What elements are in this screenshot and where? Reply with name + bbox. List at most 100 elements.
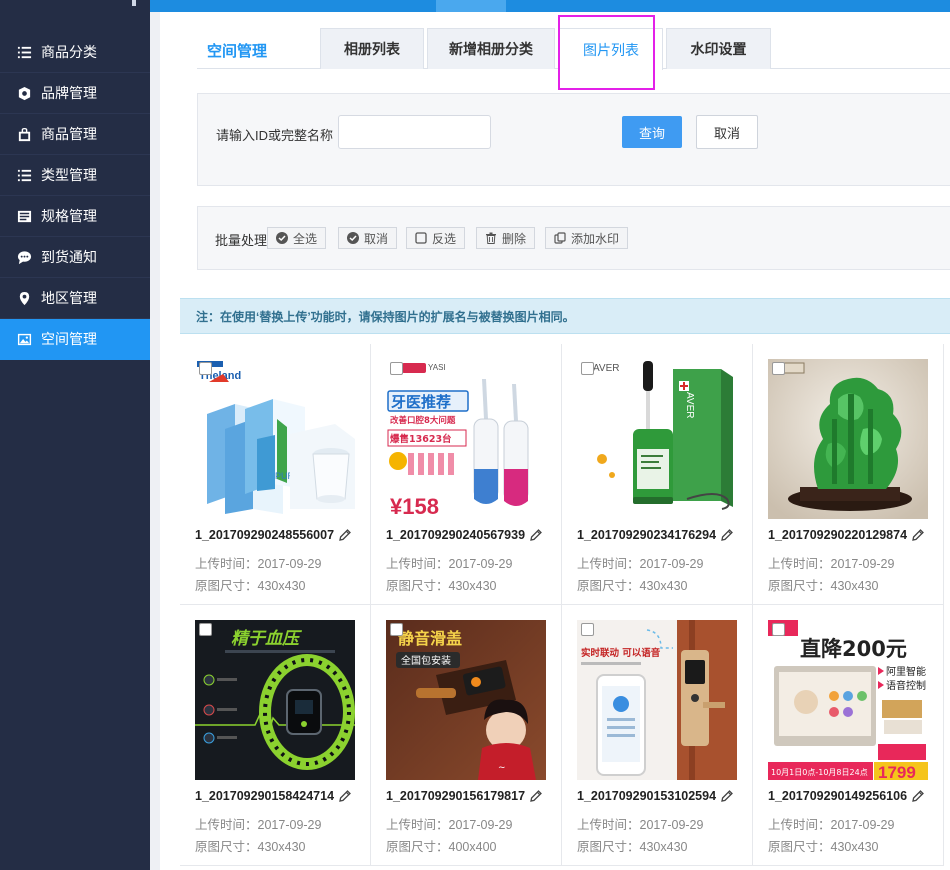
- upload-time: 上传时间：2017-09-29: [768, 553, 894, 572]
- sidebar-item-label: 商品分类: [41, 44, 97, 60]
- tab-image-list[interactable]: 图片列表: [559, 28, 663, 70]
- upload-time-label: 上传时间：: [386, 557, 449, 571]
- panel-price-text: 1799: [878, 763, 916, 780]
- invert-selection-button[interactable]: 反选: [406, 227, 466, 249]
- image-checkbox[interactable]: [772, 362, 785, 375]
- irrigator-sales-text: 爆售13623台: [390, 433, 452, 445]
- sidebar-item-arrival[interactable]: 到货通知: [0, 237, 150, 278]
- image-thumbnail[interactable]: YASI 牙医推荐 改善口腔8大问题 爆售13623台 ¥158: [386, 359, 546, 519]
- image-filename: 1_201709290156179817: [386, 789, 526, 803]
- image-checkbox[interactable]: [199, 623, 212, 636]
- original-size-value: 430x430: [257, 579, 306, 593]
- edit-pencil-icon[interactable]: [720, 528, 734, 542]
- add-watermark-button[interactable]: 添加水印: [545, 227, 629, 249]
- image-checkbox[interactable]: [581, 362, 594, 375]
- upload-time-label: 上传时间：: [577, 818, 640, 832]
- original-size-value: 400x400: [448, 840, 497, 854]
- list-icon: [16, 44, 32, 60]
- image-checkbox[interactable]: [390, 362, 403, 375]
- sidebar-item-category[interactable]: 商品分类: [0, 32, 150, 73]
- product-image-fitness-band: 精于血压: [195, 620, 355, 780]
- edit-pencil-icon[interactable]: [911, 789, 925, 803]
- original-size-label: 原图尺寸：: [386, 840, 449, 854]
- image-thumbnail[interactable]: 精于血压: [195, 620, 355, 780]
- bag-icon: [16, 126, 32, 142]
- original-size-label: 原图尺寸：: [768, 579, 831, 593]
- deselect-button[interactable]: 取消: [338, 227, 398, 249]
- image-thumbnail[interactable]: AVER AVER: [577, 359, 737, 519]
- sidebar-item-brand[interactable]: 品牌管理: [0, 73, 150, 114]
- trash-icon: [486, 232, 496, 244]
- image-filename: 1_201709290234176294: [577, 528, 717, 542]
- edit-pencil-icon[interactable]: [338, 789, 352, 803]
- query-button[interactable]: 查询: [622, 116, 682, 148]
- image-thumbnail[interactable]: 实时联动 可以语音: [577, 620, 737, 780]
- upload-time-label: 上传时间：: [195, 818, 258, 832]
- upload-time-value: 2017-09-29: [830, 557, 895, 571]
- sidebar-item-label: 类型管理: [41, 167, 97, 183]
- top-nav-active-tab[interactable]: [436, 0, 506, 12]
- image-checkbox[interactable]: [772, 623, 785, 636]
- product-image-water-flosser: YASI 牙医推荐 改善口腔8大问题 爆售13623台 ¥158: [386, 359, 546, 519]
- irrigator-sub-text: 改善口腔8大问题: [390, 415, 456, 426]
- image-thumbnail[interactable]: [768, 359, 928, 519]
- product-image-smart-panel: 直降200元 阿里智能 语音控制 10月1日0点-10月8日24点 1799: [768, 620, 928, 780]
- image-checkbox[interactable]: [199, 362, 212, 375]
- image-checkbox[interactable]: [581, 623, 594, 636]
- original-size-label: 原图尺寸：: [195, 840, 258, 854]
- serum-box-brand-text: AVER: [684, 392, 695, 419]
- image-thumbnail[interactable]: 直降200元 阿里智能 语音控制 10月1日0点-10月8日24点 1799: [768, 620, 928, 780]
- original-size-value: 430x430: [830, 579, 879, 593]
- image-checkbox[interactable]: [390, 623, 403, 636]
- edit-pencil-icon[interactable]: [911, 528, 925, 542]
- upload-time-value: 2017-09-29: [830, 818, 895, 832]
- original-size-label: 原图尺寸：: [768, 840, 831, 854]
- sidebar: 商品分类 品牌管理 商品管理 类型管理 规格管理 到货通知 地区管理 空间管理: [0, 12, 150, 870]
- original-size-label: 原图尺寸：: [577, 840, 640, 854]
- image-filename: 1_201709290153102594: [577, 789, 717, 803]
- tab-add-album-category[interactable]: 新增相册分类: [427, 28, 555, 69]
- sidebar-item-space[interactable]: 空间管理: [0, 319, 150, 360]
- select-all-button[interactable]: 全选: [267, 227, 327, 249]
- tab-album-list[interactable]: 相册列表: [320, 28, 424, 69]
- tab-watermark-settings[interactable]: 水印设置: [666, 28, 771, 69]
- sidebar-item-type[interactable]: 类型管理: [0, 155, 150, 196]
- upload-time: 上传时间：2017-09-29: [195, 814, 321, 833]
- sidebar-item-goods[interactable]: 商品管理: [0, 114, 150, 155]
- original-size: 原图尺寸：430x430: [577, 575, 687, 594]
- edit-pencil-icon[interactable]: [720, 789, 734, 803]
- original-size: 原图尺寸：430x430: [195, 836, 305, 855]
- copy-icon: [554, 232, 566, 244]
- sidebar-item-region[interactable]: 地区管理: [0, 278, 150, 319]
- search-label: 请输入ID或完整名称: [216, 128, 334, 143]
- edit-pencil-icon[interactable]: [338, 528, 352, 542]
- search-panel: 请输入ID或完整名称 查询 取消: [197, 93, 950, 186]
- image-filename: 1_201709290158424714: [195, 789, 335, 803]
- chat-icon: [16, 249, 32, 265]
- search-input[interactable]: [338, 115, 491, 149]
- cancel-button[interactable]: 取消: [696, 115, 758, 149]
- sidebar-item-spec[interactable]: 规格管理: [0, 196, 150, 237]
- upload-time-label: 上传时间：: [768, 818, 831, 832]
- image-thumbnail[interactable]: 静音滑盖 全国包安装 ~: [386, 620, 546, 780]
- sidebar-item-label: 规格管理: [41, 208, 97, 224]
- upload-time: 上传时间：2017-09-29: [577, 814, 703, 833]
- top-bar: [0, 0, 950, 12]
- add-watermark-label: 添加水印: [571, 231, 620, 246]
- image-thumbnail[interactable]: Theland PURE MILK: [195, 359, 355, 519]
- original-size-value: 430x430: [257, 840, 306, 854]
- upload-time: 上传时间：2017-09-29: [768, 814, 894, 833]
- tab-bar: 空间管理 相册列表 新增相册分类 图片列表 水印设置: [197, 28, 950, 70]
- logo-fragment: [132, 0, 136, 6]
- delete-button[interactable]: 删除: [476, 227, 536, 249]
- upload-time-value: 2017-09-29: [639, 557, 704, 571]
- edit-pencil-icon[interactable]: [529, 789, 543, 803]
- lock-title-text: 静音滑盖: [398, 629, 462, 648]
- panel-date-text: 10月1日0点-10月8日24点: [771, 768, 868, 777]
- list-icon: [16, 167, 32, 183]
- edit-pencil-icon[interactable]: [529, 528, 543, 542]
- page-title: 空间管理: [207, 43, 268, 60]
- original-size-value: 430x430: [639, 840, 688, 854]
- original-size: 原图尺寸：430x430: [768, 836, 878, 855]
- panel-title-text: 直降200元: [800, 637, 907, 661]
